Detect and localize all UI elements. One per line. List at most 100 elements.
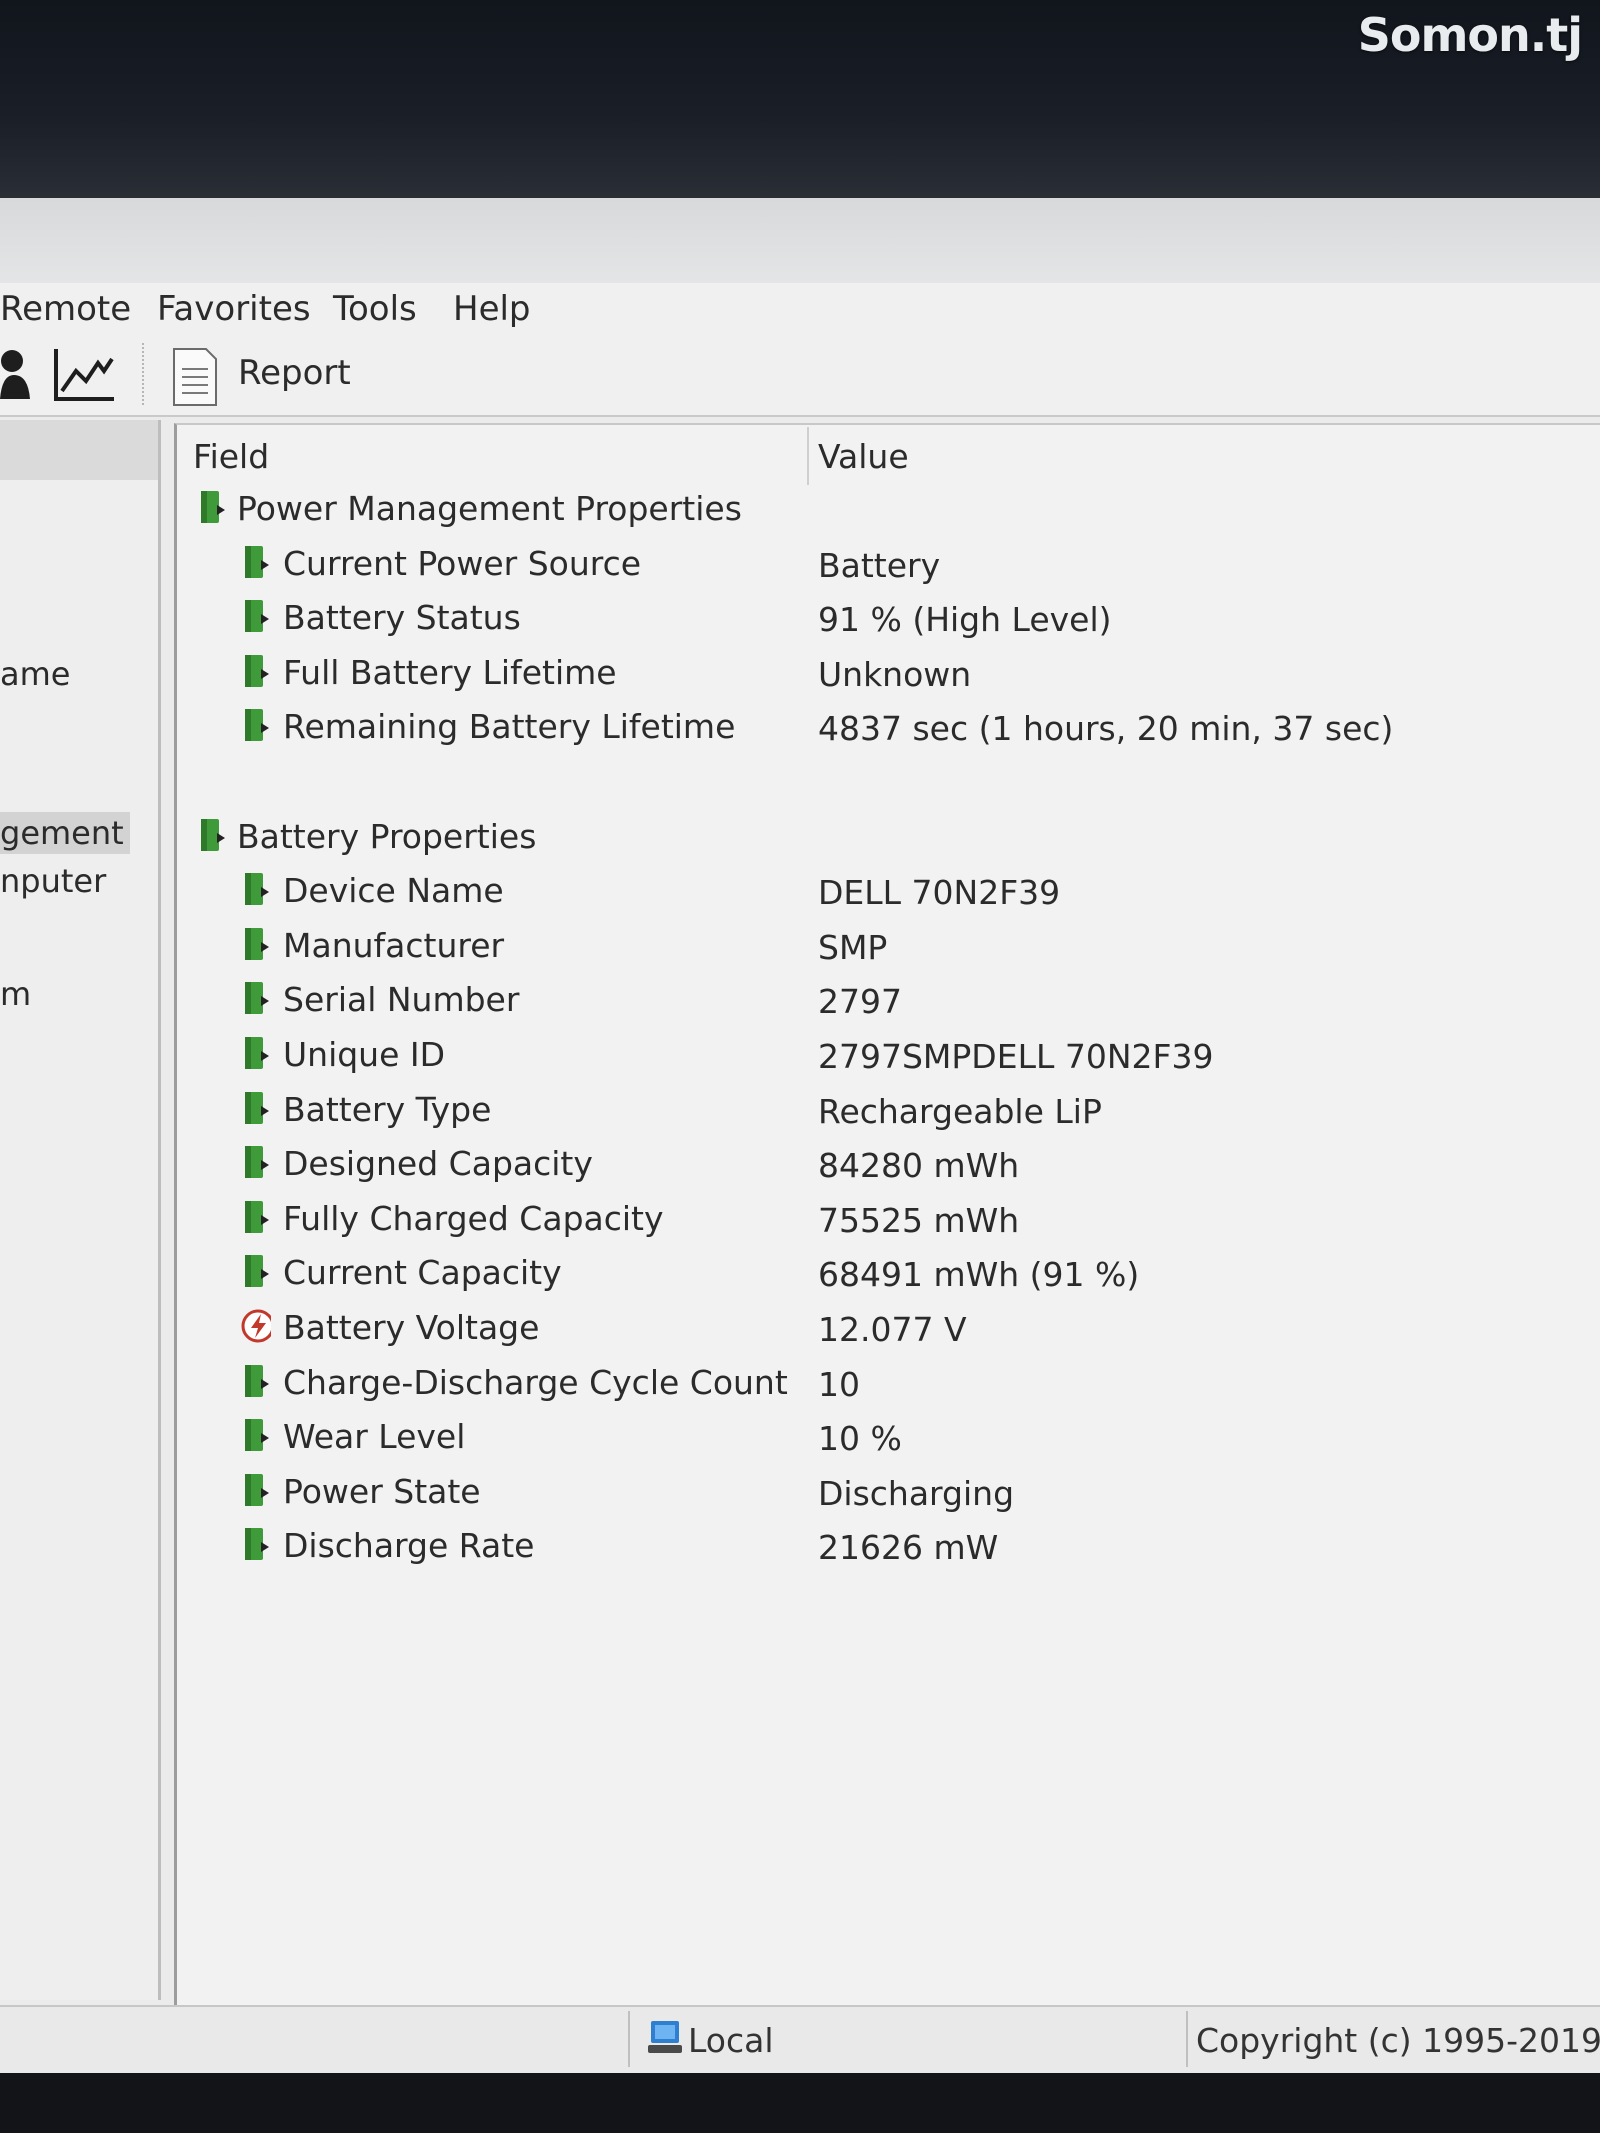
- battery-icon: [245, 982, 269, 1015]
- property-field: Charge-Discharge Cycle Count: [283, 1362, 788, 1402]
- property-row[interactable]: Battery Status 91 % (High Level): [177, 592, 1600, 646]
- property-row[interactable]: Power State Discharging: [177, 1466, 1600, 1520]
- section-title: Power Management Properties: [237, 489, 742, 528]
- menu-help[interactable]: Help: [453, 289, 531, 329]
- property-value: Battery: [818, 545, 941, 585]
- property-row[interactable]: Charge-Discharge Cycle Count 10: [177, 1357, 1600, 1411]
- battery-icon: [245, 600, 269, 633]
- property-field: Battery Voltage: [283, 1308, 540, 1347]
- battery-icon: [245, 1091, 269, 1124]
- section-battery-icon: [201, 818, 225, 851]
- toolbar: Report: [0, 335, 1600, 417]
- property-value: DELL 70N2F39: [818, 873, 1061, 913]
- battery-icon: [245, 873, 269, 906]
- status-copyright: Copyright (c) 1995-2019 Fi: [1196, 2021, 1600, 2060]
- property-row[interactable]: Wear Level 10 %: [177, 1411, 1600, 1465]
- status-local: Local: [688, 2021, 774, 2060]
- battery-icon: [245, 709, 269, 742]
- property-value: Unknown: [818, 654, 972, 694]
- battery-icon: [245, 1419, 269, 1452]
- menu-favorites[interactable]: Favorites: [157, 289, 311, 329]
- property-field: Unique ID: [283, 1035, 446, 1074]
- property-row[interactable]: Battery Type Rechargeable LiP: [177, 1084, 1600, 1138]
- battery-icon: [245, 654, 269, 687]
- battery-icon: [245, 1364, 269, 1397]
- column-header-field[interactable]: Field: [193, 425, 269, 485]
- property-field: Designed Capacity: [283, 1144, 593, 1184]
- property-row[interactable]: Manufacturer SMP: [177, 920, 1600, 974]
- section-battery-icon: [201, 491, 225, 523]
- section-title: Battery Properties: [237, 816, 537, 856]
- sidebar-item[interactable]: m: [0, 975, 31, 1013]
- report-button[interactable]: Report: [238, 353, 351, 393]
- section-header-row[interactable]: Power Management Properties: [177, 483, 1600, 537]
- sidebar-item-selected[interactable]: gement: [0, 812, 130, 854]
- property-row[interactable]: Fully Charged Capacity 75525 mWh: [177, 1193, 1600, 1247]
- property-field: Discharge Rate: [283, 1526, 535, 1566]
- battery-icon: [245, 927, 269, 960]
- property-row[interactable]: Serial Number 2797: [177, 974, 1600, 1028]
- properties-list: Field Value Power Management Properties C…: [174, 423, 1600, 2007]
- status-separator: [1186, 2011, 1188, 2067]
- battery-icon: [245, 1528, 269, 1561]
- property-row[interactable]: Current Capacity 68491 mWh (91 %): [177, 1247, 1600, 1301]
- menu-remote[interactable]: Remote: [0, 289, 131, 329]
- property-field: Device Name: [283, 871, 504, 911]
- property-value: 10 %: [818, 1419, 902, 1459]
- property-row[interactable]: Battery Voltage 12.077 V: [177, 1302, 1600, 1356]
- voltage-icon: [241, 1309, 271, 1343]
- property-value: 2797SMPDELL 70N2F39: [818, 1037, 1214, 1076]
- property-value: Rechargeable LiP: [818, 1091, 1102, 1131]
- property-field: Full Battery Lifetime: [283, 652, 617, 692]
- property-row[interactable]: Unique ID 2797SMPDELL 70N2F39: [177, 1029, 1600, 1083]
- property-value: 2797: [818, 982, 902, 1022]
- status-bar: Local Copyright (c) 1995-2019 Fi: [0, 2005, 1600, 2075]
- property-field: Current Power Source: [283, 543, 642, 583]
- property-field: Power State: [283, 1471, 481, 1511]
- battery-icon: [245, 1255, 269, 1288]
- local-computer-icon: [648, 2021, 682, 2053]
- property-row[interactable]: Full Battery Lifetime Unknown: [177, 647, 1600, 701]
- watermark: Somon.tj: [1357, 8, 1583, 62]
- property-row[interactable]: Device Name DELL 70N2F39: [177, 865, 1600, 919]
- column-divider[interactable]: [807, 427, 809, 485]
- property-value: 10: [818, 1364, 860, 1404]
- column-header-value[interactable]: Value: [818, 425, 909, 485]
- property-row[interactable]: Designed Capacity 84280 mWh: [177, 1138, 1600, 1192]
- property-row[interactable]: Current Power Source Battery: [177, 538, 1600, 592]
- property-field: Battery Status: [283, 598, 521, 638]
- property-value: 21626 mW: [818, 1528, 999, 1568]
- user-icon[interactable]: [0, 347, 34, 401]
- report-icon[interactable]: [170, 347, 220, 407]
- battery-icon: [245, 1146, 269, 1179]
- battery-icon: [245, 545, 269, 578]
- property-value: 4837 sec (1 hours, 20 min, 37 sec): [818, 709, 1394, 749]
- toolbar-separator: [142, 343, 146, 405]
- property-field: Wear Level: [283, 1417, 466, 1457]
- property-field: Remaining Battery Lifetime: [283, 707, 736, 747]
- status-separator: [628, 2011, 630, 2067]
- property-row[interactable]: Discharge Rate 21626 mW: [177, 1520, 1600, 1574]
- app-window: Remote Favorites Tools Help Report ame g…: [0, 198, 1600, 2075]
- property-field: Current Capacity: [283, 1253, 562, 1293]
- property-value: 68491 mWh (91 %): [818, 1255, 1140, 1295]
- battery-icon: [245, 1473, 269, 1506]
- property-value: Discharging: [818, 1473, 1015, 1513]
- battery-icon: [245, 1037, 269, 1069]
- property-row[interactable]: Remaining Battery Lifetime 4837 sec (1 ho…: [177, 701, 1600, 755]
- monitor-bezel-bottom: [0, 2073, 1600, 2133]
- property-field: Fully Charged Capacity: [283, 1198, 664, 1238]
- property-value: 91 % (High Level): [818, 600, 1112, 640]
- property-field: Battery Type: [283, 1089, 492, 1129]
- property-field: Serial Number: [283, 980, 520, 1020]
- sidebar-item[interactable]: nputer: [0, 862, 106, 900]
- section-header-row[interactable]: Battery Properties: [177, 811, 1600, 865]
- chart-icon[interactable]: [52, 347, 118, 403]
- menu-tools[interactable]: Tools: [333, 289, 417, 329]
- title-bar: [0, 198, 1600, 283]
- sidebar-item[interactable]: ame: [0, 655, 70, 693]
- sidebar: ame gement nputer m: [0, 420, 161, 2000]
- property-value: SMP: [818, 927, 888, 967]
- property-value: 84280 mWh: [818, 1146, 1020, 1186]
- sidebar-header: [0, 420, 158, 480]
